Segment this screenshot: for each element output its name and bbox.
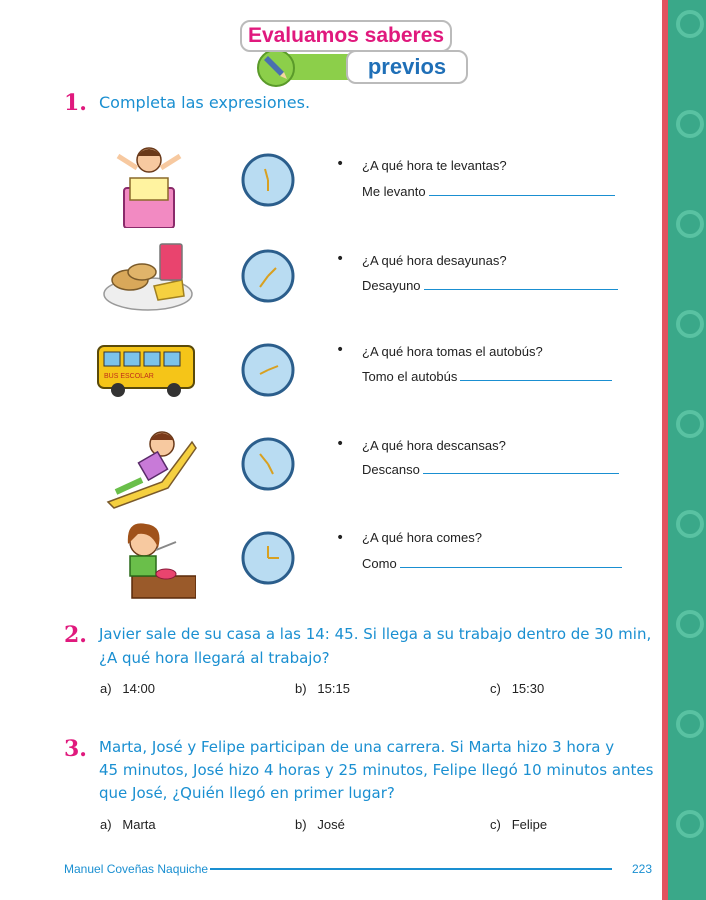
option-b[interactable]: b) José: [295, 817, 345, 832]
list-item: BUS ESCOLAR • ¿A qué hora tomas el autob…: [0, 318, 660, 408]
swirl-decoration: [676, 410, 704, 438]
option-a[interactable]: a) Marta: [100, 817, 156, 832]
answer-blank[interactable]: [428, 183, 615, 196]
bullet: •: [336, 251, 345, 267]
swirl-decoration: [676, 10, 704, 38]
question-text: ¿A qué hora tomas el autobús?: [362, 344, 543, 359]
question-3-line-1: Marta, José y Felipe participan de una c…: [99, 738, 615, 756]
question-text: ¿A qué hora te levantas?: [362, 158, 507, 173]
girl-waking-up-illustration: [116, 147, 182, 228]
school-bus-illustration: BUS ESCOLAR: [97, 345, 195, 397]
question-3-line-3: que José, ¿Quién llegó en primer lugar?: [99, 784, 395, 802]
option-letter: b): [295, 817, 307, 832]
answer-prefix: Como: [362, 556, 397, 571]
option-c[interactable]: c) Felipe: [490, 817, 547, 832]
answer-blank[interactable]: [423, 277, 618, 290]
list-item: • ¿A qué hora descansas? Descanso: [0, 412, 660, 509]
option-c[interactable]: c) 15:30: [490, 681, 544, 696]
list-item: • ¿A qué hora desayunas? Desayuno: [0, 224, 660, 314]
answer-blank[interactable]: [399, 555, 622, 568]
option-b[interactable]: b) 15:15: [295, 681, 350, 696]
option-letter: b): [295, 681, 307, 696]
option-value: José: [317, 817, 345, 832]
answer-prefix: Desayuno: [362, 278, 421, 293]
answer-line: Tomo el autobús: [362, 368, 613, 384]
option-value: Marta: [122, 817, 156, 832]
question-1-number: 1.: [64, 90, 87, 116]
answer-blank[interactable]: [460, 368, 613, 381]
question-text: ¿A qué hora desayunas?: [362, 253, 507, 268]
option-value: 15:15: [317, 681, 350, 696]
swirl-decoration: [676, 810, 704, 838]
bus-label: BUS ESCOLAR: [104, 373, 154, 380]
answer-line: Desayuno: [362, 277, 618, 293]
question-2-number: 2.: [64, 622, 87, 648]
swirl-decoration: [676, 310, 704, 338]
girl-resting-illustration: [106, 431, 197, 509]
answer-line: Como: [362, 555, 622, 571]
page-number: 223: [632, 862, 653, 876]
bullet: •: [336, 342, 345, 358]
answer-line: Descanso: [362, 461, 619, 477]
answer-prefix: Tomo el autobús: [362, 369, 458, 384]
swirl-decoration: [676, 510, 704, 538]
breakfast-plate-illustration: [103, 243, 193, 311]
clock-icon: [241, 531, 295, 585]
list-item: • ¿A qué hora te levantas? Me levanto: [0, 130, 660, 228]
swirl-decoration: [676, 210, 704, 238]
list-item: • ¿A qué hora comes? Como: [0, 506, 660, 599]
option-letter: c): [490, 817, 501, 832]
option-value: 14:00: [122, 681, 155, 696]
question-1-prompt: Completa las expresiones.: [99, 93, 311, 112]
option-a[interactable]: a) 14:00: [100, 681, 155, 696]
girl-eating-illustration: [127, 523, 196, 599]
answer-prefix: Descanso: [362, 462, 420, 477]
clock-icon: [241, 153, 295, 207]
swirl-decoration: [676, 610, 704, 638]
swirl-decoration: [676, 110, 704, 138]
option-letter: a): [100, 817, 112, 832]
swirl-decoration: [676, 710, 704, 738]
footer-author: Manuel Coveñas Naquiche: [64, 862, 209, 876]
clock-icon: [241, 249, 295, 303]
question-2-line-1: Javier sale de su casa a las 14: 45. Si …: [99, 625, 652, 643]
decorative-side-strip: [662, 0, 706, 900]
section-header: Evaluamos saberes previos: [236, 18, 476, 88]
clock-icon: [241, 343, 295, 397]
question-2-line-2: ¿A qué hora llegará al trabajo?: [99, 649, 330, 667]
bullet: •: [336, 436, 345, 452]
clock-icon: [241, 437, 295, 491]
question-3-number: 3.: [64, 736, 87, 762]
strip-edge: [662, 0, 668, 900]
answer-prefix: Me levanto: [362, 184, 426, 199]
header-subtitle: previos: [346, 50, 468, 84]
option-letter: c): [490, 681, 501, 696]
question-text: ¿A qué hora descansas?: [362, 438, 506, 453]
question-3-line-2: 45 minutos, José hizo 4 horas y 25 minut…: [99, 761, 654, 779]
answer-line: Me levanto: [362, 183, 615, 199]
option-letter: a): [100, 681, 112, 696]
option-value: Felipe: [511, 817, 548, 832]
bullet: •: [336, 530, 345, 546]
question-text: ¿A qué hora comes?: [362, 530, 482, 545]
bullet: •: [336, 156, 345, 172]
header-title: Evaluamos saberes: [240, 20, 452, 52]
pencil-icon: [257, 49, 295, 87]
answer-blank[interactable]: [422, 461, 619, 474]
footer-divider: [210, 868, 612, 870]
option-value: 15:30: [511, 681, 545, 696]
